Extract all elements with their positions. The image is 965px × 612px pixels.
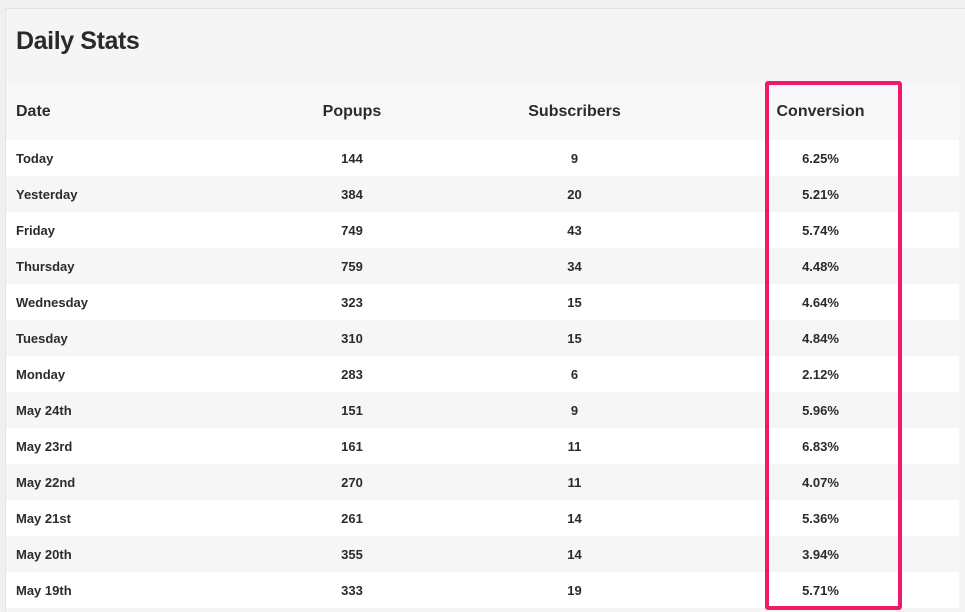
column-header-conversion: Conversion	[776, 102, 865, 120]
subscribers-cell: 15	[567, 294, 582, 310]
table-body: Today 144 9 6.25% Yesterday 384 20 5.21% Friday 7…	[6, 140, 959, 608]
subscribers-cell: 19	[567, 582, 582, 598]
popups-cell: 759	[341, 258, 363, 274]
popups-cell: 384	[341, 186, 363, 202]
conversion-cell: 6.83%	[802, 438, 839, 454]
date-cell: Thursday	[16, 258, 75, 274]
conversion-cell: 4.48%	[802, 258, 839, 274]
conversion-cell: 5.21%	[802, 186, 839, 202]
table-row: May 21st 261 14 5.36%	[6, 500, 959, 536]
table-header-row: Date Popups Subscribers Conversion	[6, 83, 959, 140]
table-row: May 23rd 161 11 6.83%	[6, 428, 959, 464]
subscribers-cell: 11	[567, 474, 582, 490]
date-cell: May 21st	[16, 510, 71, 526]
table-row: Tuesday 310 15 4.84%	[6, 320, 959, 356]
popups-cell: 323	[341, 294, 363, 310]
conversion-cell: 4.84%	[802, 330, 839, 346]
popups-cell: 144	[341, 150, 363, 166]
popups-cell: 310	[341, 330, 363, 346]
column-header-popups: Popups	[322, 102, 382, 120]
daily-stats-table: Date Popups Subscribers Conversion Today…	[6, 83, 959, 608]
date-cell: Monday	[16, 366, 66, 382]
subscribers-cell: 43	[567, 222, 582, 238]
date-cell: Wednesday	[16, 294, 89, 310]
conversion-cell: 5.96%	[802, 402, 839, 418]
page-title: Daily Stats	[16, 27, 140, 55]
popups-cell: 749	[341, 222, 363, 238]
subscribers-cell: 34	[567, 258, 582, 274]
table-row: May 22nd 270 11 4.07%	[6, 464, 959, 500]
table-row: Today 144 9 6.25%	[6, 140, 959, 176]
popups-cell: 283	[341, 366, 363, 382]
popups-cell: 151	[341, 402, 363, 418]
conversion-cell: 5.36%	[802, 510, 839, 526]
table-row: Monday 283 6 2.12%	[6, 356, 959, 392]
table-row: May 19th 333 19 5.71%	[6, 572, 959, 608]
date-cell: Friday	[16, 222, 56, 238]
subscribers-cell: 15	[567, 330, 582, 346]
date-cell: Yesterday	[16, 186, 78, 202]
popups-cell: 333	[341, 582, 363, 598]
subscribers-cell: 14	[567, 546, 582, 562]
column-header-date: Date	[16, 102, 51, 120]
column-header-subscribers: Subscribers	[528, 102, 621, 120]
popups-cell: 355	[341, 546, 363, 562]
table-row: Yesterday 384 20 5.21%	[6, 176, 959, 212]
subscribers-cell: 14	[567, 510, 582, 526]
table-row: Thursday 759 34 4.48%	[6, 248, 959, 284]
conversion-cell: 2.12%	[802, 366, 839, 382]
conversion-cell: 5.74%	[802, 222, 839, 238]
table-header: Date Popups Subscribers Conversion	[6, 83, 959, 140]
conversion-cell: 6.25%	[802, 150, 839, 166]
daily-stats-panel: Daily Stats Date Popups Subscribers Conv…	[5, 8, 965, 612]
table-row: May 24th 151 9 5.96%	[6, 392, 959, 428]
subscribers-cell: 9	[570, 402, 579, 418]
table-row: Friday 749 43 5.74%	[6, 212, 959, 248]
subscribers-cell: 11	[567, 438, 582, 454]
date-cell: May 23rd	[16, 438, 73, 454]
popups-cell: 161	[341, 438, 363, 454]
conversion-cell: 4.64%	[802, 294, 839, 310]
date-cell: May 22nd	[16, 474, 76, 490]
date-cell: May 20th	[16, 546, 72, 562]
date-cell: May 24th	[16, 402, 72, 418]
subscribers-cell: 6	[570, 366, 579, 382]
table-row: May 20th 355 14 3.94%	[6, 536, 959, 572]
subscribers-cell: 9	[570, 150, 579, 166]
date-cell: Today	[16, 150, 54, 166]
conversion-cell: 3.94%	[802, 546, 839, 562]
conversion-cell: 5.71%	[802, 582, 839, 598]
conversion-cell: 4.07%	[802, 474, 839, 490]
date-cell: Tuesday	[16, 330, 68, 346]
subscribers-cell: 20	[567, 186, 582, 202]
daily-stats-table-wrapper: Date Popups Subscribers Conversion Today…	[6, 83, 959, 608]
date-cell: May 19th	[16, 582, 72, 598]
popups-cell: 261	[341, 510, 363, 526]
popups-cell: 270	[341, 474, 363, 490]
table-row: Wednesday 323 15 4.64%	[6, 284, 959, 320]
